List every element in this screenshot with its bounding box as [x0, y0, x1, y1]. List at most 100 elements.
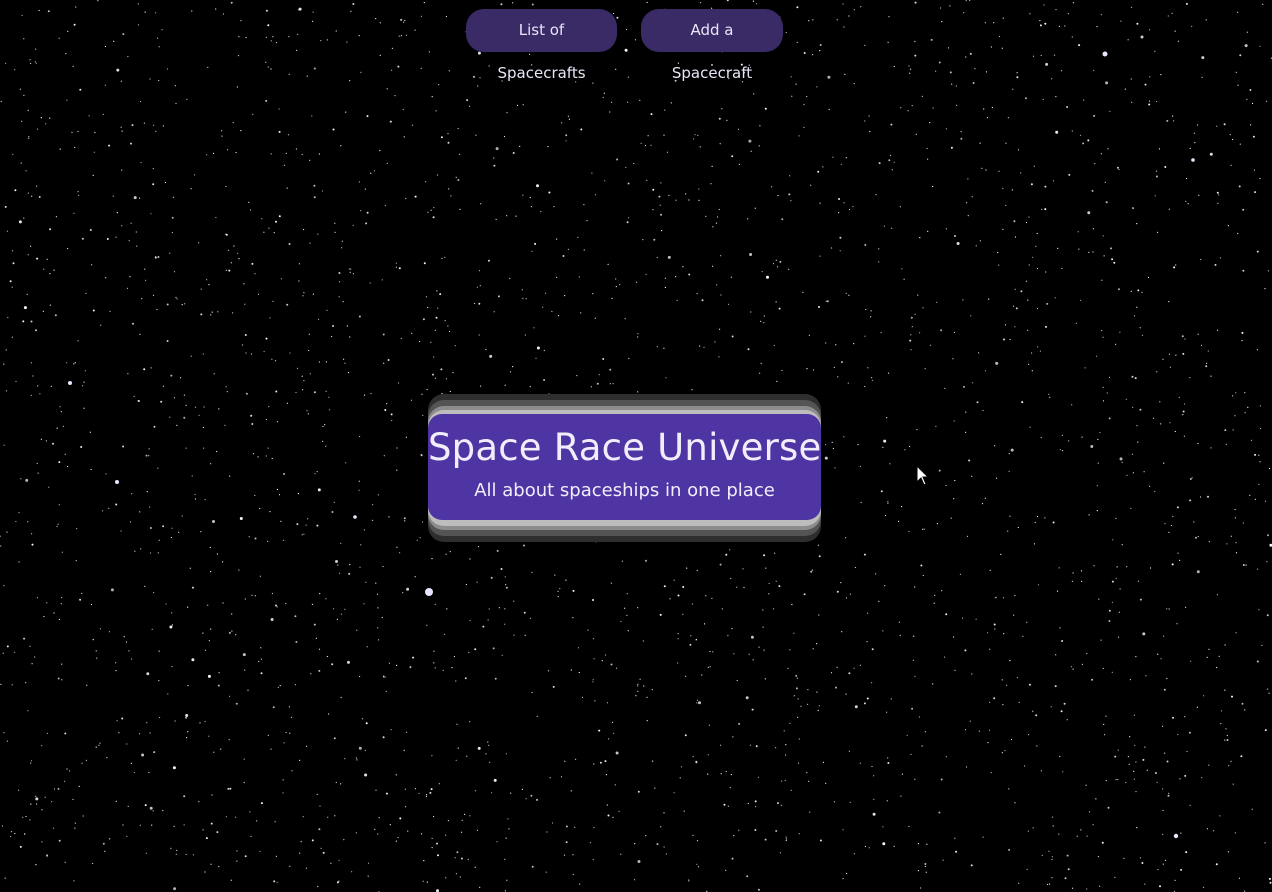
star: [426, 881, 428, 883]
star: [1102, 667, 1104, 670]
star: [479, 285, 481, 287]
star: [46, 602, 48, 604]
star: [637, 333, 639, 335]
star: [183, 824, 185, 826]
star: [1055, 96, 1057, 98]
star: [1023, 765, 1026, 767]
star: [79, 88, 82, 91]
star: [343, 358, 345, 360]
star: [191, 475, 193, 477]
star: [675, 276, 677, 278]
star: [696, 293, 698, 295]
star: [1061, 267, 1063, 269]
star: [909, 445, 911, 448]
star: [682, 266, 684, 268]
star: [772, 608, 775, 610]
star: [1261, 644, 1263, 647]
star: [208, 640, 210, 642]
star: [105, 473, 107, 475]
star: [987, 632, 989, 634]
star: [1029, 426, 1031, 428]
star: [848, 750, 851, 752]
star: [332, 325, 334, 327]
star: [359, 435, 361, 438]
star: [1048, 393, 1050, 395]
star: [963, 12, 965, 14]
star: [1059, 449, 1061, 451]
add-spacecraft-button[interactable]: Add a Spacecraft: [641, 9, 783, 82]
star: [320, 40, 322, 42]
star: [1160, 74, 1162, 76]
star: [216, 553, 218, 555]
star: [449, 551, 451, 553]
star: [552, 685, 555, 688]
star: [49, 273, 51, 275]
star: [675, 199, 677, 201]
star: [184, 303, 186, 305]
star: [1111, 671, 1113, 673]
star: [274, 360, 277, 362]
list-spacecrafts-button[interactable]: List of Spacecrafts: [466, 9, 617, 82]
star: [1189, 377, 1191, 379]
star: [559, 587, 561, 590]
star: [328, 713, 330, 715]
star: [409, 666, 412, 668]
star: [35, 795, 37, 797]
star: [757, 776, 760, 778]
star: [716, 284, 718, 286]
star: [383, 455, 385, 457]
star: [169, 625, 173, 629]
star: [614, 784, 616, 786]
star: [363, 529, 365, 531]
star: [447, 325, 449, 327]
star: [335, 781, 337, 784]
star: [340, 613, 342, 615]
star: [71, 131, 73, 133]
star: [91, 264, 93, 266]
star: [190, 188, 192, 190]
star: [469, 619, 471, 622]
star: [943, 656, 946, 658]
star: [1095, 798, 1097, 800]
star: [913, 635, 915, 637]
star: [1103, 723, 1105, 726]
star: [139, 824, 141, 827]
star: [504, 890, 506, 892]
star: [989, 648, 991, 650]
star: [425, 181, 427, 183]
star: [954, 235, 956, 237]
star: [1071, 404, 1073, 406]
star: [469, 721, 471, 723]
star: [349, 80, 351, 82]
star: [81, 237, 84, 240]
star: [945, 128, 948, 130]
star: [1184, 774, 1187, 777]
star: [642, 640, 645, 642]
star: [797, 716, 799, 719]
star: [1162, 863, 1164, 865]
star: [938, 811, 941, 814]
star: [504, 858, 506, 860]
star: [1026, 868, 1028, 870]
star: [966, 535, 969, 538]
star: [1237, 11, 1239, 13]
star: [416, 539, 418, 541]
star: [962, 385, 965, 388]
star: [929, 122, 931, 124]
star: [683, 810, 685, 812]
star: [22, 320, 25, 323]
star: [258, 660, 260, 663]
star: [203, 406, 205, 408]
star: [962, 299, 964, 301]
star: [38, 9, 40, 12]
star: [519, 145, 521, 147]
star: [1081, 663, 1083, 666]
star: [819, 202, 821, 204]
star: [884, 585, 886, 587]
star: [144, 804, 147, 807]
star: [1051, 877, 1053, 879]
star: [578, 276, 580, 278]
star: [1181, 335, 1184, 338]
star: [375, 582, 377, 584]
star: [213, 751, 215, 753]
